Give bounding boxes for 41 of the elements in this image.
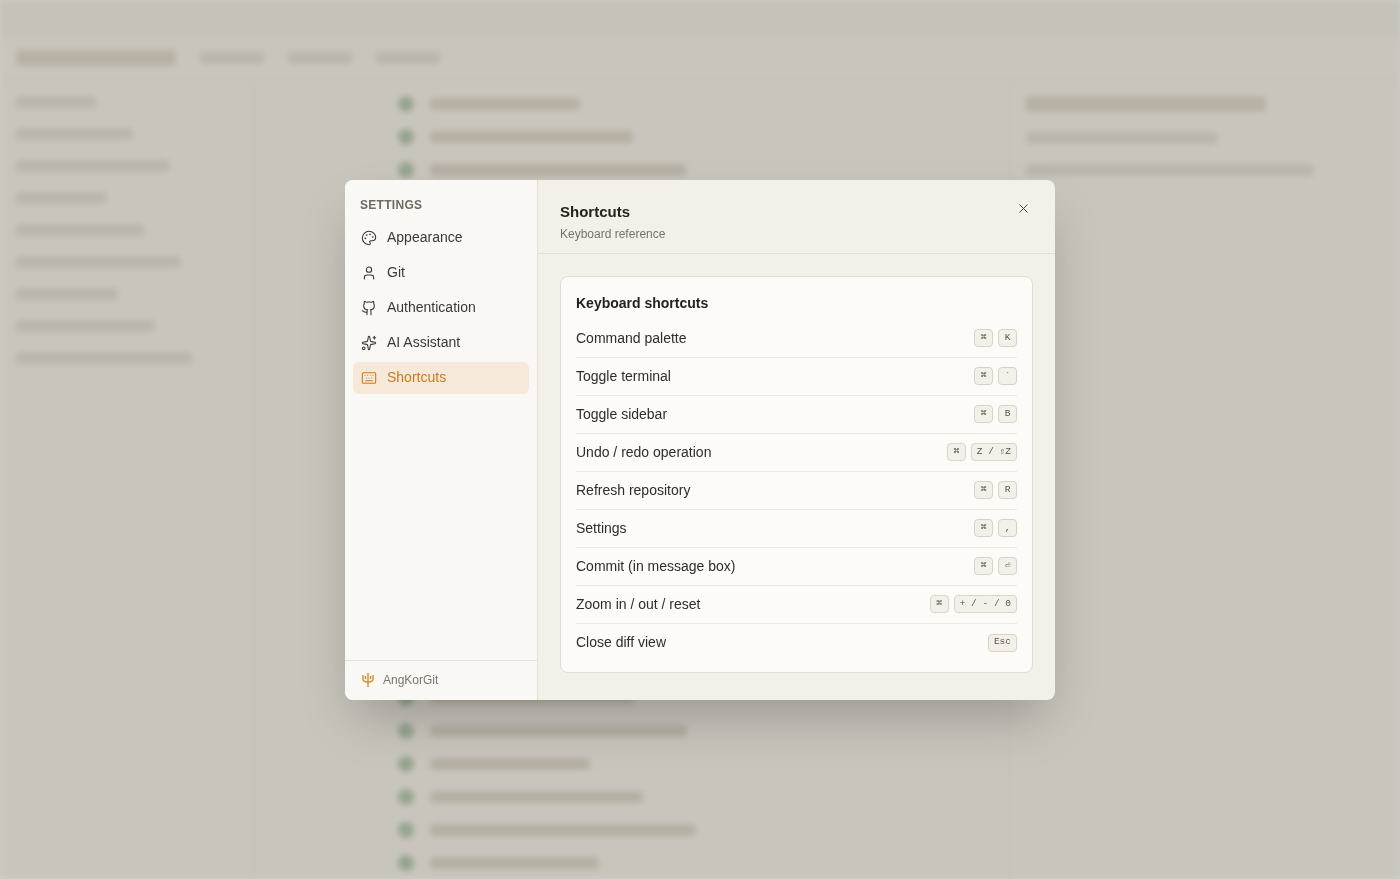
key-cap: , — [998, 519, 1017, 537]
key-cap: ⏎ — [998, 557, 1017, 575]
sparkles-icon — [361, 334, 377, 351]
key-cap: ` — [998, 367, 1017, 385]
shortcut-label: Toggle sidebar — [576, 404, 668, 424]
key-cap: ⌘ — [974, 557, 993, 575]
app-name: AngKorGit — [383, 672, 439, 689]
key-cap: ⌘ — [974, 329, 993, 347]
sidebar-item[interactable]: Authentication — [353, 291, 529, 324]
key-cap: K — [998, 329, 1017, 347]
key-cap: + / - / 0 — [953, 595, 1017, 613]
keyboard-icon — [361, 369, 377, 386]
key-cap: ⌘ — [946, 443, 966, 461]
panel-subtitle: Keyboard reference — [560, 226, 666, 243]
card-title: Keyboard shortcuts — [576, 293, 710, 313]
shortcut-label: Close diff view — [576, 633, 666, 652]
key-cap: Esc — [987, 633, 1017, 652]
trident-icon — [361, 672, 375, 688]
key-cap: ⌘ — [974, 519, 993, 537]
sidebar-item[interactable]: Appearance — [353, 221, 529, 254]
panel-title: Shortcuts — [560, 201, 631, 222]
sidebar-heading: SETTINGS — [359, 196, 424, 214]
user-icon — [361, 264, 377, 281]
key-cap: Z / ⇧Z — [970, 443, 1017, 461]
sidebar-item[interactable]: AI Assistant — [353, 326, 529, 359]
shortcut-label: Toggle terminal — [576, 366, 671, 386]
key-cap: B — [998, 405, 1017, 423]
shortcut-label: Commit (in message box) — [576, 556, 736, 576]
sidebar-item[interactable]: Git — [353, 256, 529, 289]
shortcut-label: Refresh repository — [576, 480, 691, 500]
key-cap: R — [998, 481, 1017, 499]
palette-icon — [361, 229, 377, 246]
shortcut-label: Command palette — [576, 328, 687, 348]
cat-icon — [361, 299, 377, 316]
key-cap: ⌘ — [974, 405, 993, 423]
shortcut-label: Settings — [576, 518, 627, 538]
key-cap: ⌘ — [929, 595, 949, 613]
shortcut-label: Undo / redo operation — [576, 442, 712, 462]
shortcut-label: Zoom in / out / reset — [576, 594, 701, 614]
key-cap: ⌘ — [974, 481, 993, 499]
key-cap: ⌘ — [974, 367, 993, 385]
